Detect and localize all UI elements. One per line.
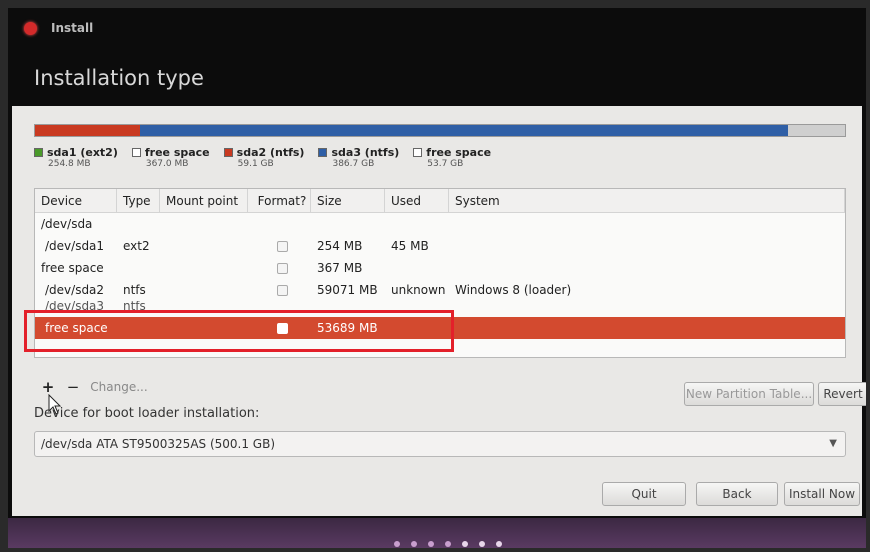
- legend-size: 254.8 MB: [48, 159, 91, 169]
- new-partition-table-button[interactable]: New Partition Table...: [684, 382, 814, 406]
- legend-label: sda3 (ntfs): [331, 146, 400, 159]
- boot-loader-select[interactable]: /dev/sda ATA ST9500325AS (500.1 GB) ▼: [34, 431, 846, 457]
- boot-loader-value: /dev/sda ATA ST9500325AS (500.1 GB): [41, 437, 276, 451]
- legend-item: free space 53.7 GB: [413, 146, 491, 169]
- format-checkbox[interactable]: [277, 262, 288, 274]
- legend-item: sda2 (ntfs) 59.1 GB: [223, 146, 305, 169]
- revert-button[interactable]: Revert: [818, 382, 866, 406]
- cell-system: Windows 8 (loader): [455, 283, 572, 297]
- legend-size: 53.7 GB: [427, 159, 464, 169]
- format-checkbox[interactable]: [277, 284, 288, 296]
- cell-format: [248, 240, 311, 252]
- chevron-down-icon: ▼: [829, 438, 837, 449]
- cell-device: /dev/sda: [41, 217, 93, 231]
- table-row[interactable]: /dev/sda: [35, 213, 845, 235]
- cell-device: /dev/sda1: [45, 239, 105, 253]
- legend-item: sda3 (ntfs) 386.7 GB: [318, 146, 399, 169]
- column-header-type[interactable]: Type: [117, 189, 160, 212]
- table-header: Device Type Mount point Format? Size Use…: [35, 189, 845, 213]
- cell-device: /dev/sda2: [45, 283, 105, 297]
- legend-size: 367.0 MB: [145, 159, 189, 169]
- cell-size: 59071 MB: [317, 283, 378, 297]
- close-button[interactable]: [24, 21, 37, 35]
- partition-bar-sda2: [35, 125, 141, 136]
- partition-bar-free: [788, 125, 845, 136]
- legend-label: sda1 (ext2): [47, 146, 118, 159]
- title-bar: Install: [8, 8, 866, 48]
- table-row[interactable]: /dev/sda1 ext2 254 MB 45 MB: [35, 235, 845, 257]
- legend-size: 386.7 GB: [332, 159, 375, 169]
- swatch-green: [34, 148, 43, 157]
- progress-dot: [394, 541, 400, 547]
- swatch-red: [223, 148, 233, 157]
- column-header-mount[interactable]: Mount point: [160, 189, 248, 212]
- remove-partition-button[interactable]: −: [64, 376, 82, 398]
- cell-used: 45 MB: [391, 239, 429, 253]
- quit-button[interactable]: Quit: [602, 482, 686, 506]
- swatch-blue: [318, 148, 328, 157]
- cell-size: 367 MB: [317, 261, 363, 275]
- progress-dot: [462, 541, 468, 547]
- column-header-device[interactable]: Device: [35, 189, 117, 212]
- boot-loader-label: Device for boot loader installation:: [34, 406, 260, 421]
- page-title: Installation type: [34, 66, 204, 90]
- window-title: Install: [51, 21, 94, 35]
- back-button[interactable]: Back: [696, 482, 778, 506]
- progress-dot: [496, 541, 502, 547]
- partition-bar: [34, 124, 846, 137]
- legend-size: 59.1 GB: [237, 159, 274, 169]
- swatch-white: [131, 148, 141, 157]
- column-header-size[interactable]: Size: [311, 189, 385, 212]
- partition-bar-sda3: [140, 125, 789, 136]
- cell-format: [248, 284, 311, 296]
- cell-device: free space: [41, 261, 104, 275]
- highlight-annotation: [24, 310, 454, 352]
- install-now-button[interactable]: Install Now: [784, 482, 860, 506]
- progress-dot: [479, 541, 485, 547]
- table-row[interactable]: free space 367 MB: [35, 257, 845, 279]
- progress-dot: [428, 541, 434, 547]
- legend-label: free space: [144, 146, 210, 159]
- installer-window: Install Installation type sda1 (ext2) 25…: [8, 8, 866, 548]
- cell-format: [248, 262, 311, 274]
- partition-legend: sda1 (ext2) 254.8 MB free space 367.0 MB…: [34, 146, 491, 169]
- progress-dot: [445, 541, 451, 547]
- content-panel: sda1 (ext2) 254.8 MB free space 367.0 MB…: [12, 106, 866, 516]
- column-header-system[interactable]: System: [449, 189, 845, 212]
- cell-size: 254 MB: [317, 239, 363, 253]
- legend-label: free space: [426, 146, 492, 159]
- cell-used: unknown: [391, 283, 446, 297]
- swatch-white: [413, 148, 423, 157]
- legend-item: sda1 (ext2) 254.8 MB: [34, 146, 118, 169]
- format-checkbox[interactable]: [277, 240, 288, 252]
- column-header-used[interactable]: Used: [385, 189, 449, 212]
- table-row[interactable]: /dev/sda2 ntfs 59071 MB unknown Windows …: [35, 279, 845, 301]
- cell-type: ext2: [123, 239, 150, 253]
- legend-label: sda2 (ntfs): [236, 146, 305, 159]
- progress-dot: [411, 541, 417, 547]
- column-header-format[interactable]: Format?: [248, 189, 311, 212]
- cell-type: ntfs: [123, 283, 146, 297]
- legend-item: free space 367.0 MB: [131, 146, 210, 169]
- progress-dots: [394, 541, 502, 547]
- change-partition-button[interactable]: Change...: [84, 376, 154, 398]
